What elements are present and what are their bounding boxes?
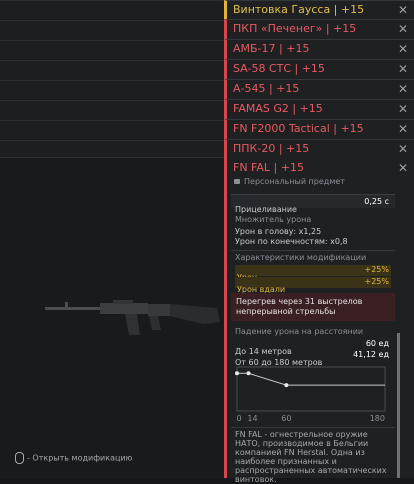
close-icon[interactable]: ✕ — [398, 22, 408, 36]
aiming-row: Прицеливание 0,25 с — [231, 194, 395, 214]
mod-value: +25% — [364, 277, 389, 286]
description-block: FN FAL - огнестрельное оружие НАТО, прои… — [231, 427, 395, 484]
tab-gauss-rifle[interactable]: Винтовка Гаусса | +15 ✕ — [224, 0, 414, 20]
hint-text: - Открыть модификацию — [27, 453, 133, 463]
damage-multiplier-title: Множитель урона — [235, 215, 312, 224]
item-detail-panel: FN FAL | +15 Персональный предмет ✕ Приц… — [224, 157, 414, 484]
close-icon[interactable]: ✕ — [398, 62, 408, 76]
x-tick-label: 14 — [247, 414, 257, 423]
mod-row-damage: Урон +25% — [235, 265, 391, 282]
mods-title: Характеристики модификации — [235, 253, 367, 262]
tab-label: А-545 | +15 — [233, 82, 300, 95]
close-icon[interactable]: ✕ — [398, 82, 408, 96]
close-icon[interactable]: ✕ — [398, 102, 408, 116]
damage-falloff-block: Падение урона на расстоянии До 14 метров… — [231, 325, 395, 367]
x-tick-label: 0 — [236, 414, 241, 423]
tab-label: FN F2000 Tactical | +15 — [233, 122, 364, 135]
tab-a-545[interactable]: А-545 | +15 ✕ — [224, 79, 414, 99]
tab-famas-g2[interactable]: FAMAS G2 | +15 ✕ — [224, 99, 414, 119]
falloff-point — [284, 383, 289, 388]
personal-item-label: Персональный предмет — [234, 177, 345, 186]
head-damage: Урон в голову: x1,25 — [235, 227, 322, 236]
falloff-point — [246, 371, 251, 376]
falloff-row: От 60 до 180 метров 41,12 ед — [235, 350, 391, 367]
damage-multiplier-block: Множитель урона Урон в голову: x1,25 Уро… — [231, 213, 395, 249]
tab-amb-17[interactable]: АМБ-17 | +15 ✕ — [224, 39, 414, 59]
modification-stats: Характеристики модификации Урон +25% Уро… — [231, 250, 395, 294]
falloff-value: 41,12 ед — [353, 350, 389, 359]
mod-row-range-damage: Урон вдали +25% — [235, 277, 391, 294]
close-icon[interactable]: ✕ — [398, 42, 408, 56]
tab-ppk-20[interactable]: ППК-20 | +15 ✕ — [224, 139, 414, 159]
tab-label: ППК-20 | +15 — [233, 142, 310, 155]
aiming-value: 0,25 с — [364, 197, 389, 206]
tab-label: Винтовка Гаусса | +15 — [233, 3, 365, 16]
tab-label: SA-58 СТС | +15 — [233, 62, 325, 75]
tab-label: ПКП «Печенег» | +15 — [233, 22, 357, 35]
x-tick-label: 60 — [281, 414, 291, 423]
lock-icon — [234, 179, 240, 184]
overheat-text: Перегрев через 31 выстрелов непрерывной … — [236, 297, 363, 316]
falloff-series-line — [237, 372, 385, 386]
x-tick-label: 180 — [370, 414, 385, 423]
tab-label: FAMAS G2 | +15 — [233, 102, 323, 115]
close-icon[interactable]: ✕ — [398, 3, 408, 17]
panel-scrollbar[interactable] — [397, 333, 400, 478]
falloff-title: Падение урона на расстоянии — [235, 327, 364, 336]
close-icon[interactable]: ✕ — [398, 122, 408, 136]
fn-fal-rifle-image — [45, 300, 220, 335]
mouse-icon — [15, 452, 24, 464]
mod-value: +25% — [364, 265, 389, 274]
damage-falloff-chart: 0 14 60 180 — [235, 366, 386, 423]
tab-sa-58[interactable]: SA-58 СТС | +15 ✕ — [224, 59, 414, 79]
falloff-row: До 14 метров 60 ед — [235, 339, 391, 356]
close-icon[interactable]: ✕ — [398, 142, 408, 156]
overheat-warning: Перегрев через 31 выстрелов непрерывной … — [231, 293, 395, 321]
close-icon[interactable]: ✕ — [398, 161, 408, 175]
falloff-point — [235, 371, 239, 376]
open-modification-hint[interactable]: - Открыть модификацию — [15, 452, 132, 464]
tab-fn-f2000[interactable]: FN F2000 Tactical | +15 ✕ — [224, 119, 414, 139]
falloff-value: 60 ед — [365, 339, 389, 348]
item-subtitle: Персональный предмет — [244, 177, 345, 186]
tab-label: АМБ-17 | +15 — [233, 42, 310, 55]
item-description: FN FAL - огнестрельное оружие НАТО, прои… — [235, 430, 387, 484]
item-title: FN FAL | +15 — [233, 161, 304, 174]
chart-frame — [236, 366, 386, 412]
tab-pkp-pecheneg[interactable]: ПКП «Печенег» | +15 ✕ — [224, 19, 414, 39]
limb-damage: Урон по конечностям: x0,8 — [235, 237, 348, 246]
